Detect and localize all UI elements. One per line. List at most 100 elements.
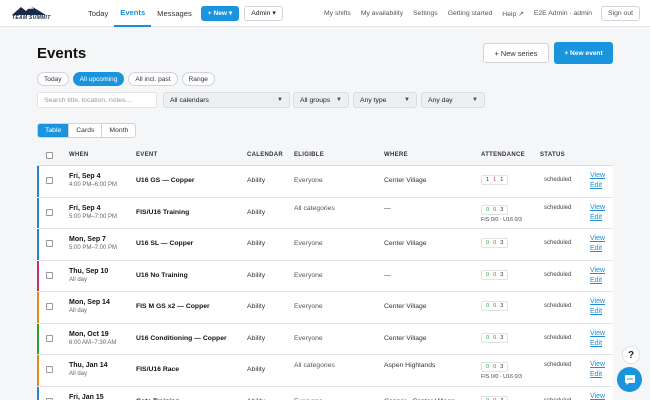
attendance-summary[interactable]: 003 bbox=[481, 332, 509, 343]
attendance-cell[interactable]: 003 bbox=[481, 238, 509, 250]
view-link[interactable]: View bbox=[590, 234, 605, 244]
table-row[interactable]: Fri, Sep 4 5:00 PM–7:00 PM FIS/U16 Train… bbox=[37, 197, 613, 229]
event-title[interactable]: FIS/U16 Race bbox=[136, 366, 179, 373]
header-when[interactable]: WHEN bbox=[69, 152, 89, 158]
search-input[interactable]: Search title, location, notes… bbox=[37, 92, 157, 108]
attendance-count: 3 bbox=[500, 271, 504, 278]
view-table[interactable]: Table bbox=[38, 124, 70, 137]
table-row[interactable]: Mon, Oct 19 6:00 AM–7:30 AM U16 Conditio… bbox=[37, 323, 613, 355]
event-title[interactable]: U16 GS — Copper bbox=[136, 177, 195, 184]
view-link[interactable]: View bbox=[590, 392, 605, 400]
nav-link-events[interactable]: Events bbox=[114, 0, 152, 27]
admin-menu-button[interactable]: Admin ▾ bbox=[244, 5, 283, 21]
event-title[interactable]: U16 No Training bbox=[136, 272, 188, 279]
nav-right-link-0[interactable]: My shifts bbox=[319, 10, 356, 17]
calendar-color-bar bbox=[37, 323, 39, 354]
calendar-color-bar bbox=[37, 166, 39, 197]
nav-link-today[interactable]: Today bbox=[82, 0, 114, 27]
nav-right-link-3[interactable]: Getting started bbox=[443, 10, 498, 17]
range-tab-0[interactable]: Today bbox=[37, 72, 69, 86]
table-row[interactable]: Thu, Jan 14 All day FIS/U16 Race Ability… bbox=[37, 355, 613, 387]
type-select[interactable]: Any type ▼ bbox=[353, 92, 417, 108]
edit-link[interactable]: Edit bbox=[590, 276, 605, 286]
attendance-cell[interactable]: 003 FIS 0/0 · U16 0/3 bbox=[481, 362, 522, 380]
edit-link[interactable]: Edit bbox=[590, 370, 605, 380]
sign-out-button[interactable]: Sign out bbox=[601, 6, 640, 21]
attendance-cell[interactable]: 003 bbox=[481, 395, 509, 400]
edit-link[interactable]: Edit bbox=[590, 244, 605, 254]
row-checkbox[interactable] bbox=[46, 177, 53, 184]
row-checkbox[interactable] bbox=[46, 240, 53, 247]
event-where: Center Village bbox=[384, 334, 427, 342]
nav-link-messages[interactable]: Messages bbox=[151, 0, 198, 27]
edit-link[interactable]: Edit bbox=[590, 213, 605, 223]
row-checkbox[interactable] bbox=[46, 366, 53, 373]
attendance-summary[interactable]: 003 bbox=[481, 204, 509, 215]
header-calendar[interactable]: CALENDAR bbox=[247, 152, 283, 158]
attendance-cell[interactable]: 111 bbox=[481, 175, 509, 187]
calendar-select[interactable]: All calendars ▼ bbox=[163, 92, 290, 108]
event-eligible: All categories bbox=[294, 204, 335, 212]
nav-right-link-5[interactable]: E2E Admin · admin bbox=[529, 10, 597, 17]
view-month[interactable]: Month bbox=[102, 124, 135, 137]
event-title[interactable]: FIS/U16 Training bbox=[136, 209, 189, 216]
table-row[interactable]: Mon, Sep 7 5:00 PM–7:00 PM U16 SL — Copp… bbox=[37, 229, 613, 261]
attendance-cell[interactable]: 003 bbox=[481, 332, 509, 345]
edit-link[interactable]: Edit bbox=[590, 181, 605, 191]
new-menu-button[interactable]: + New ▾ bbox=[200, 5, 240, 21]
view-link[interactable]: View bbox=[590, 329, 605, 339]
attendance-summary[interactable]: 003 bbox=[481, 362, 509, 372]
table-row[interactable]: Thu, Sep 10 All day U16 No Training Abil… bbox=[37, 260, 613, 292]
mountain-logo-icon bbox=[12, 5, 46, 15]
attendance-cell[interactable]: 003 FIS 0/0 · U16 0/3 bbox=[481, 204, 522, 223]
new-event-button[interactable]: + New event bbox=[554, 42, 613, 64]
event-eligible: Everyone bbox=[294, 303, 323, 310]
event-title[interactable]: FIS M GS x2 — Copper bbox=[136, 303, 210, 310]
team-summit-logo[interactable]: TEAM SUMMIT bbox=[12, 5, 62, 21]
view-link[interactable]: View bbox=[590, 266, 605, 276]
header-event[interactable]: EVENT bbox=[136, 152, 158, 158]
view-link[interactable]: View bbox=[590, 360, 605, 370]
new-series-button[interactable]: + New series bbox=[483, 43, 549, 63]
attendance-cell[interactable]: 003 bbox=[481, 301, 509, 313]
header-where[interactable]: WHERE bbox=[384, 152, 408, 158]
nav-right-link-2[interactable]: Settings bbox=[408, 10, 443, 17]
attendance-summary[interactable]: 003 bbox=[481, 395, 509, 400]
header-status[interactable]: STATUS bbox=[540, 152, 565, 158]
edit-link[interactable]: Edit bbox=[590, 307, 605, 317]
table-row[interactable]: Mon, Sep 14 All day FIS M GS x2 — Copper… bbox=[37, 292, 613, 324]
select-all-checkbox[interactable] bbox=[46, 152, 53, 159]
help-button[interactable]: ? bbox=[622, 346, 640, 364]
event-where: Center Village bbox=[384, 240, 427, 247]
attendance-summary[interactable]: 003 bbox=[481, 269, 509, 280]
row-checkbox[interactable] bbox=[46, 334, 53, 342]
header-eligible[interactable]: ELIGIBLE bbox=[294, 152, 324, 158]
table-row[interactable]: Fri, Jan 15 Gate Training Ability Everyo… bbox=[37, 386, 613, 400]
range-tab-2[interactable]: All incl. past bbox=[128, 72, 178, 86]
group-select[interactable]: All groups ▼ bbox=[293, 92, 349, 108]
day-select[interactable]: Any day ▼ bbox=[421, 92, 485, 108]
attendance-cell[interactable]: 003 bbox=[481, 269, 509, 282]
event-title[interactable]: U16 SL — Copper bbox=[136, 240, 193, 247]
event-calendar: Ability bbox=[247, 240, 266, 247]
view-link[interactable]: View bbox=[590, 171, 605, 181]
row-checkbox[interactable] bbox=[46, 208, 53, 216]
range-tab-3[interactable]: Range bbox=[181, 72, 215, 86]
nav-right-link-1[interactable]: My availability bbox=[356, 10, 408, 17]
edit-link[interactable]: Edit bbox=[590, 339, 605, 349]
view-link[interactable]: View bbox=[590, 203, 605, 213]
table-row[interactable]: Fri, Sep 4 4:00 PM–6:00 PM U16 GS — Copp… bbox=[37, 166, 613, 198]
view-link[interactable]: View bbox=[590, 297, 605, 307]
chat-button[interactable] bbox=[617, 367, 642, 392]
row-checkbox[interactable] bbox=[46, 271, 53, 279]
attendance-summary[interactable]: 003 bbox=[481, 238, 509, 248]
attendance-summary[interactable]: 111 bbox=[481, 175, 509, 185]
header-attendance[interactable]: ATTENDANCE bbox=[481, 152, 525, 158]
event-title[interactable]: U16 Conditioning — Copper bbox=[136, 335, 227, 342]
row-checkbox[interactable] bbox=[46, 303, 53, 310]
attendance-summary[interactable]: 003 bbox=[481, 301, 509, 311]
nav-right-link-4[interactable]: Help ↗ bbox=[497, 10, 529, 18]
range-tab-1[interactable]: All upcoming bbox=[72, 72, 125, 86]
event-where: — bbox=[384, 271, 391, 279]
view-cards[interactable]: Cards bbox=[69, 124, 103, 137]
